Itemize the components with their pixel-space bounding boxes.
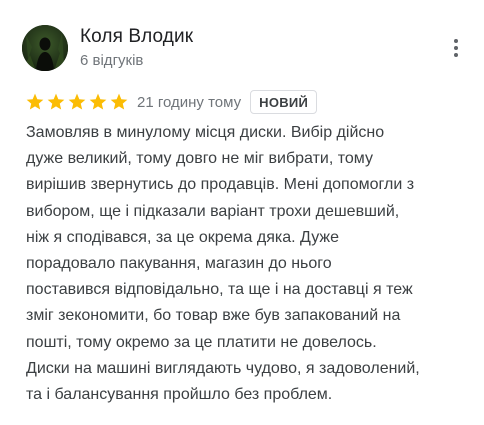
review-text-line: вибором, ще і підказали варіант трохи де…: [26, 202, 400, 220]
review-text-line: ніж я сподівався, за це окрема дяка. Дуж…: [26, 228, 339, 246]
more-vert-icon: [454, 39, 458, 57]
review-text-line: вирішив звернутись до продавців. Мені до…: [26, 176, 415, 194]
star-icon: [89, 93, 107, 110]
user-avatar-photo: [22, 25, 68, 71]
review-text-line: Замовляв в минулому місця диски. Вибір д…: [26, 124, 385, 141]
review-card: Коля Влодик 6 відгуків 21 годину тому НО…: [0, 0, 484, 425]
author-name[interactable]: Коля Влодик: [80, 26, 193, 48]
author-reviews-count[interactable]: 6 відгуків: [80, 52, 143, 69]
star-rating: [25, 92, 130, 112]
review-text-line: та і балансування пройшло без проблем.: [26, 386, 333, 404]
review-text-line: порадовало пакування, магазин до нього: [26, 255, 332, 273]
author-avatar[interactable]: [22, 25, 68, 71]
more-options-button[interactable]: [442, 34, 470, 62]
review-text-line: Диски на машині виглядають чудово, я зад…: [26, 359, 420, 377]
star-icon: [68, 93, 86, 110]
review-text-line: зміг зекономити, бо товар вже був запако…: [26, 307, 401, 325]
review-text: Замовляв в минулому місця диски. Вибір д…: [26, 120, 478, 408]
review-text-line: дуже великий, тому довго не міг вибрати,…: [26, 150, 373, 168]
review-meta: 21 годину тому НОВИЙ: [25, 90, 318, 114]
star-icon: [47, 93, 65, 110]
star-icon: [110, 93, 128, 110]
review-text-line: поставився відповідально, та ще і на дос…: [26, 281, 413, 299]
review-time: 21 годину тому: [137, 93, 242, 111]
new-badge: НОВИЙ: [250, 90, 318, 114]
star-icon: [26, 93, 44, 110]
review-text-line: пошті, тому окремо за це платити не дове…: [26, 333, 377, 351]
